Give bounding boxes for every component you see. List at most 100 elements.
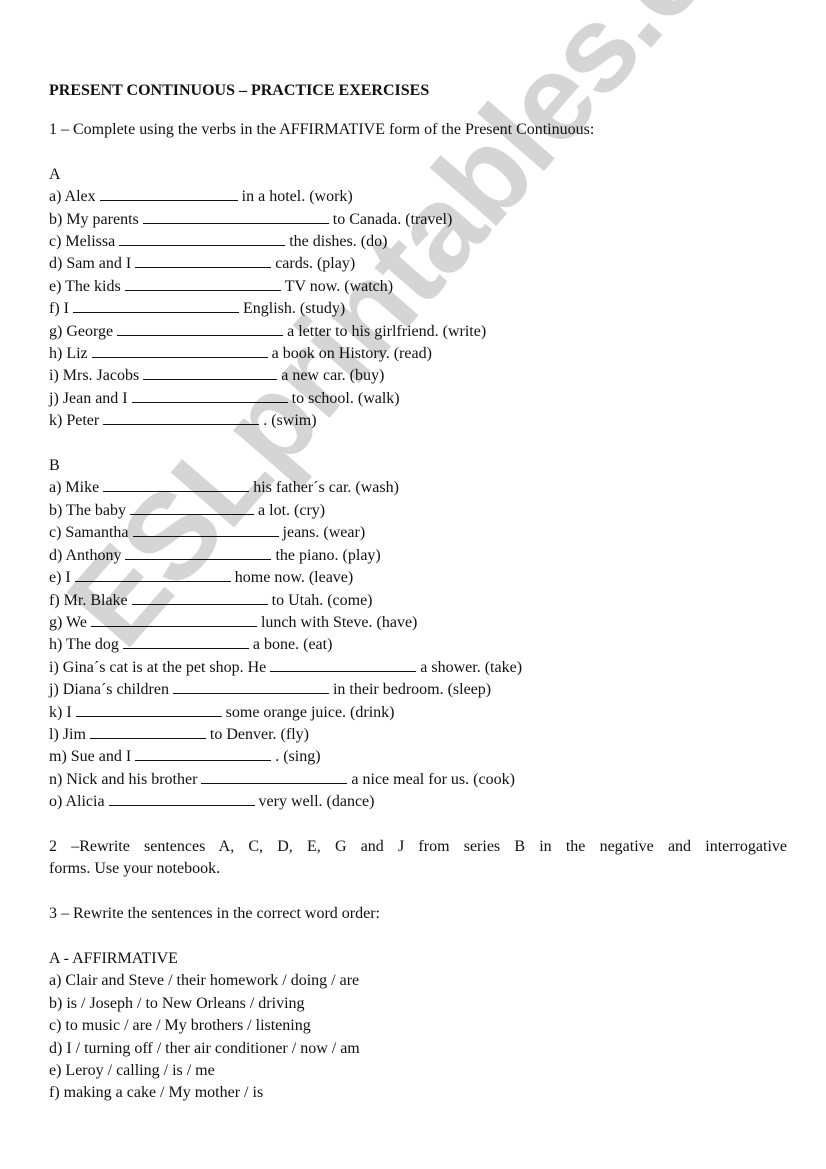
item-completion: to Utah. (come): [271, 591, 373, 609]
item-prompt: n) Nick and his brother: [49, 770, 198, 788]
item-prompt: g) George: [49, 322, 114, 340]
item-completion: a shower. (take): [420, 658, 523, 676]
item-prompt: a) Mike: [49, 479, 100, 497]
answer-blank[interactable]: [131, 591, 268, 605]
answer-blank[interactable]: [108, 792, 255, 807]
word-order-item: e) Leroy / calling / is / me: [49, 1061, 215, 1079]
exercise-item: h) Liz a book on History. (read): [49, 343, 787, 365]
item-completion: . (sing): [275, 748, 321, 766]
answer-blank[interactable]: [119, 232, 286, 247]
exercise-3: 3 – Rewrite the sentences in the correct…: [49, 903, 787, 1105]
answer-blank[interactable]: [125, 546, 272, 560]
item-prompt: j) Jean and I: [49, 389, 128, 407]
answer-blank[interactable]: [99, 187, 238, 202]
answer-blank[interactable]: [91, 344, 268, 359]
item-completion: home now. (leave): [234, 569, 354, 587]
answer-blank[interactable]: [172, 680, 329, 695]
exercise-item: e) The kids TV now. (watch): [49, 276, 787, 298]
exercise-item: k) I some orange juice. (drink): [49, 702, 787, 724]
exercise-item: g) George a letter to his girlfriend. (wr…: [49, 321, 787, 343]
exercise-item: c) Samantha jeans. (wear): [49, 522, 787, 544]
answer-blank[interactable]: [117, 322, 284, 336]
item-prompt: j) Diana´s children: [49, 681, 169, 699]
exercise-item: h) The dog a bone. (eat): [49, 634, 787, 656]
item-prompt: b) My parents: [49, 210, 139, 228]
answer-blank[interactable]: [143, 366, 278, 381]
item-completion: to school. (walk): [291, 389, 400, 407]
answer-blank[interactable]: [135, 254, 272, 269]
word-order-item: f) making a cake / My mother / is: [49, 1084, 264, 1102]
item-completion: a letter to his girlfriend. (write): [287, 322, 487, 340]
exercise-item: o) Alicia very well. (dance): [49, 791, 787, 813]
answer-blank[interactable]: [135, 747, 272, 762]
word-order-item: a) Clair and Steve / their homework / do…: [49, 972, 360, 990]
item-prompt: o) Alicia: [49, 793, 105, 811]
item-completion: lunch with Steve. (have): [260, 613, 418, 631]
answer-blank[interactable]: [74, 568, 231, 583]
item-completion: a new car. (buy): [281, 367, 385, 385]
answer-blank[interactable]: [132, 523, 279, 538]
exercise-item: k) Peter . (swim): [49, 410, 787, 432]
answer-blank[interactable]: [142, 210, 329, 224]
exercise-item: a) Alex in a hotel. (work): [49, 186, 787, 208]
item-prompt: d) Sam and I: [49, 255, 132, 273]
answer-blank[interactable]: [131, 389, 288, 403]
series-b-label: B: [49, 457, 60, 475]
item-completion: . (swim): [263, 412, 317, 430]
item-prompt: f) Mr. Blake: [49, 591, 128, 609]
item-completion: TV now. (watch): [284, 277, 394, 295]
item-completion: some orange juice. (drink): [225, 703, 395, 721]
item-completion: jeans. (wear): [282, 524, 366, 542]
series-b-list: a) Mike his father´s car. (wash) b) The ba…: [49, 477, 787, 813]
item-completion: his father´s car. (wash): [253, 479, 399, 497]
exercise-1: 1 – Complete using the verbs in the AFFI…: [49, 119, 787, 814]
item-prompt: i) Mrs. Jacobs: [49, 367, 140, 385]
item-completion: English. (study): [242, 300, 346, 318]
exercise-item: d) Sam and I cards. (play): [49, 253, 787, 275]
word-order-item: b) is / Joseph / to New Orleans / drivin…: [49, 994, 305, 1012]
item-completion: to Canada. (travel): [332, 210, 453, 228]
answer-blank[interactable]: [90, 613, 257, 627]
exercise-item: g) We lunch with Steve. (have): [49, 612, 787, 634]
exercise-item: a) Mike his father´s car. (wash): [49, 477, 787, 499]
answer-blank[interactable]: [122, 635, 249, 650]
series-a-label: A: [49, 165, 61, 183]
item-prompt: h) The dog: [49, 636, 119, 654]
exercise-item: j) Jean and I to school. (walk): [49, 388, 787, 410]
item-prompt: b) The baby: [49, 501, 127, 519]
item-prompt: c) Melissa: [49, 233, 116, 251]
exercise-item: d) Anthony the piano. (play): [49, 545, 787, 567]
word-order-item: d) I / turning off / ther air conditione…: [49, 1039, 360, 1057]
item-completion: the piano. (play): [275, 546, 381, 564]
answer-blank[interactable]: [130, 501, 255, 515]
exercise-item: b) My parents to Canada. (travel): [49, 209, 787, 231]
answer-blank[interactable]: [103, 411, 260, 426]
answer-blank[interactable]: [89, 725, 206, 739]
item-prompt: c) Samantha: [49, 524, 129, 542]
item-completion: a nice meal for us. (cook): [351, 770, 515, 788]
item-prompt: i) Gina´s cat is at the pet shop. He: [49, 658, 267, 676]
exercise-item: b) The baby a lot. (cry): [49, 500, 787, 522]
exercise-item: f) I English. (study): [49, 298, 787, 320]
item-completion: in their bedroom. (sleep): [332, 681, 492, 699]
answer-blank[interactable]: [270, 658, 417, 672]
answer-blank[interactable]: [124, 277, 281, 291]
exercise-2-instruction-line-1: 2 –Rewrite sentences A, C, D, E, G and J…: [49, 837, 787, 855]
word-order-item: c) to music / are / My brothers / listen…: [49, 1017, 311, 1035]
page-title: PRESENT CONTINUOUS – PRACTICE EXERCISES: [49, 82, 430, 99]
item-completion: to Denver. (fly): [209, 725, 309, 743]
word-order-list: a) Clair and Steve / their homework / do…: [49, 970, 787, 1104]
answer-blank[interactable]: [75, 703, 222, 717]
item-completion: a book on History. (read): [271, 345, 432, 363]
item-completion: cards. (play): [275, 255, 356, 273]
answer-blank[interactable]: [201, 770, 348, 784]
item-prompt: l) Jim: [49, 725, 86, 743]
item-completion: a lot. (cry): [258, 501, 326, 519]
worksheet-page: ESLprintables.com PRESENT CONTINUOUS – P…: [0, 0, 826, 1169]
item-prompt: g) We: [49, 613, 87, 631]
answer-blank[interactable]: [103, 478, 250, 493]
item-prompt: a) Alex: [49, 188, 96, 206]
item-prompt: m) Sue and I: [49, 748, 132, 766]
item-prompt: h) Liz: [49, 345, 88, 363]
answer-blank[interactable]: [72, 299, 239, 314]
